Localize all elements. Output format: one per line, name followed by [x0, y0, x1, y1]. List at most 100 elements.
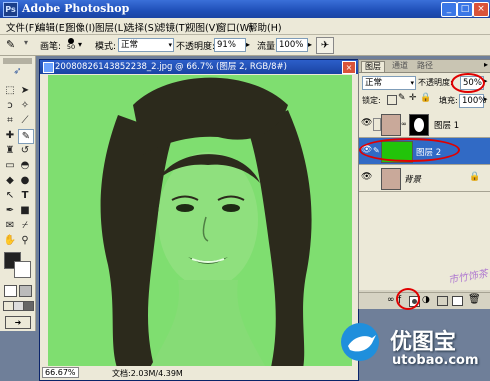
- new-group-icon[interactable]: [437, 296, 448, 306]
- crop-tool-icon[interactable]: ⌗: [3, 114, 17, 127]
- document-title-bar[interactable]: 20080826143852238_2.jpg @ 66.7% (图层 2, R…: [40, 60, 358, 74]
- brush-tool-icon[interactable]: ✎: [6, 38, 22, 52]
- layer-row-background[interactable]: 👁 背景 🔒: [359, 165, 490, 192]
- notes-tool-icon[interactable]: ✉: [3, 219, 17, 232]
- fill-slider-arrow-icon[interactable]: ▸: [484, 95, 488, 103]
- photoshop-app-icon: Ps: [3, 2, 18, 17]
- brush-tool-icon[interactable]: ✎: [18, 129, 34, 144]
- menu-help[interactable]: 帮助(H): [248, 20, 282, 34]
- layer-opacity-label: 不透明度:: [418, 78, 453, 87]
- link-slot[interactable]: [373, 118, 381, 131]
- new-layer-icon[interactable]: [452, 296, 463, 306]
- chevron-down-icon[interactable]: ▾: [24, 38, 32, 52]
- eraser-tool-icon[interactable]: ▭: [3, 159, 17, 172]
- chain-link-icon[interactable]: ∞: [401, 120, 407, 128]
- link-layers-icon[interactable]: ∞: [387, 295, 395, 305]
- menu-edit[interactable]: 编辑(E): [36, 20, 68, 34]
- adjustment-layer-icon[interactable]: ◑: [422, 295, 430, 305]
- document-window: 20080826143852238_2.jpg @ 66.7% (图层 2, R…: [39, 59, 359, 381]
- lock-transparency-icon[interactable]: [387, 95, 397, 105]
- lasso-tool-icon[interactable]: ↄ: [3, 99, 17, 112]
- flow-slider-arrow-icon[interactable]: ▸: [308, 40, 312, 49]
- menu-image[interactable]: 图像(I): [66, 20, 95, 34]
- annotation-circle-opacity: [451, 73, 485, 93]
- eye-icon[interactable]: 👁: [361, 172, 372, 183]
- document-title: 20080826143852238_2.jpg @ 66.7% (图层 2, R…: [55, 62, 287, 72]
- dodge-tool-icon[interactable]: ●: [18, 174, 32, 187]
- brush-size: 50: [66, 43, 76, 51]
- minimize-button[interactable]: _: [441, 2, 457, 17]
- background-color-swatch[interactable]: [14, 261, 31, 278]
- zoom-tool-icon[interactable]: ⚲: [18, 234, 32, 247]
- watermark-brand: 优图宝: [390, 330, 457, 355]
- move-tool-icon[interactable]: ➤: [18, 84, 32, 97]
- eye-icon[interactable]: 👁: [361, 118, 372, 129]
- lock-all-icon[interactable]: 🔒: [420, 93, 431, 103]
- tab-paths[interactable]: 路径: [414, 61, 436, 71]
- annotation-circle-layer2: [359, 138, 460, 162]
- tab-channels[interactable]: 通道: [389, 61, 411, 71]
- maximize-button[interactable]: □: [457, 2, 473, 17]
- paint-bucket-tool-icon[interactable]: ◓: [18, 159, 32, 172]
- magic-wand-tool-icon[interactable]: ✧: [18, 99, 32, 112]
- marquee-tool-icon[interactable]: ⬚: [3, 84, 17, 97]
- window-title: Adobe Photoshop: [22, 2, 130, 15]
- brush-label: 画笔:: [40, 42, 62, 52]
- flow-input[interactable]: 100%: [276, 38, 308, 52]
- hand-tool-icon[interactable]: ✋: [3, 234, 17, 247]
- watermark-url: utobao.com: [392, 353, 479, 368]
- menu-select[interactable]: 选择(S): [125, 20, 157, 34]
- history-brush-tool-icon[interactable]: ↺: [18, 144, 32, 157]
- title-bar: Ps Adobe Photoshop _ □ ×: [0, 0, 490, 18]
- mode-value: 正常: [121, 40, 139, 50]
- layer-mask-thumbnail[interactable]: [409, 114, 429, 136]
- menu-view[interactable]: 视图(V): [186, 20, 219, 34]
- panel-tab-row: 图层 通道 路径 ▸: [359, 60, 490, 73]
- blend-mode-value: 正常: [365, 78, 383, 88]
- layer-row-1[interactable]: 👁 ∞ 图层 1: [359, 111, 490, 138]
- zoom-level[interactable]: 66.67%: [42, 367, 79, 378]
- type-tool-icon[interactable]: T: [18, 189, 32, 202]
- opacity-input[interactable]: 91%: [214, 38, 246, 52]
- panel-menu-arrow-icon[interactable]: ▸: [484, 60, 488, 69]
- menu-filter[interactable]: 滤镜(T): [156, 20, 188, 34]
- blur-tool-icon[interactable]: ◆: [3, 174, 17, 187]
- opacity-slider-arrow-icon[interactable]: ▸: [246, 40, 250, 49]
- layer-name: 图层 1: [434, 121, 460, 131]
- lock-position-icon[interactable]: ✛: [409, 93, 417, 103]
- quick-mask-icon[interactable]: [19, 285, 32, 297]
- portrait-image: [48, 75, 352, 380]
- chevron-down-icon[interactable]: ▾: [78, 40, 82, 49]
- document-close-button[interactable]: ×: [342, 61, 356, 74]
- shape-tool-icon[interactable]: ■: [18, 204, 32, 217]
- pen-tool-icon[interactable]: ✒: [3, 204, 17, 217]
- lock-image-icon[interactable]: ✎: [398, 93, 406, 103]
- jump-to-imageready-icon[interactable]: ➜: [5, 316, 31, 329]
- eyedropper-tool-icon[interactable]: ⌿: [18, 219, 32, 232]
- menu-file[interactable]: 文件(F): [6, 20, 38, 34]
- path-selection-tool-icon[interactable]: ↖: [3, 189, 17, 202]
- watermark: 优图宝 utobao.com: [336, 318, 490, 379]
- mode-label: 模式:: [95, 42, 117, 52]
- menu-layer[interactable]: 图层(L): [95, 20, 127, 34]
- close-button[interactable]: ×: [473, 2, 489, 17]
- toolbox-grip[interactable]: [3, 58, 32, 64]
- standard-mode-icon[interactable]: [4, 285, 17, 297]
- clone-stamp-tool-icon[interactable]: ♜: [3, 144, 17, 157]
- blend-mode-select[interactable]: 正常 ▾: [362, 76, 416, 90]
- screen-mode-full-icon[interactable]: [23, 301, 34, 311]
- trash-icon[interactable]: 🗑: [468, 294, 481, 305]
- layers-bottom-bar: ∞ ƒ ◑ 🗑: [359, 292, 490, 309]
- healing-brush-tool-icon[interactable]: ✚: [3, 129, 17, 142]
- tab-layers[interactable]: 图层: [361, 61, 385, 72]
- brush-preset-picker[interactable]: 50: [65, 37, 77, 53]
- opacity-label: 不透明度:: [176, 42, 216, 52]
- slice-tool-icon[interactable]: ⟋: [18, 114, 32, 127]
- image-canvas[interactable]: [48, 75, 352, 380]
- feather-logo-icon[interactable]: ➶: [1, 66, 34, 80]
- mode-select[interactable]: 正常 ▾: [118, 38, 174, 52]
- fill-input[interactable]: 100%: [459, 94, 486, 108]
- airbrush-icon[interactable]: ✈: [316, 37, 334, 54]
- toolbox: ➶ ⬚ ➤ ↄ ✧ ⌗ ⟋ ✚ ✎ ♜ ↺ ▭ ◓ ◆ ● ↖ T ✒ ■ ✉ …: [0, 56, 36, 331]
- chevron-down-icon: ▾: [410, 79, 414, 87]
